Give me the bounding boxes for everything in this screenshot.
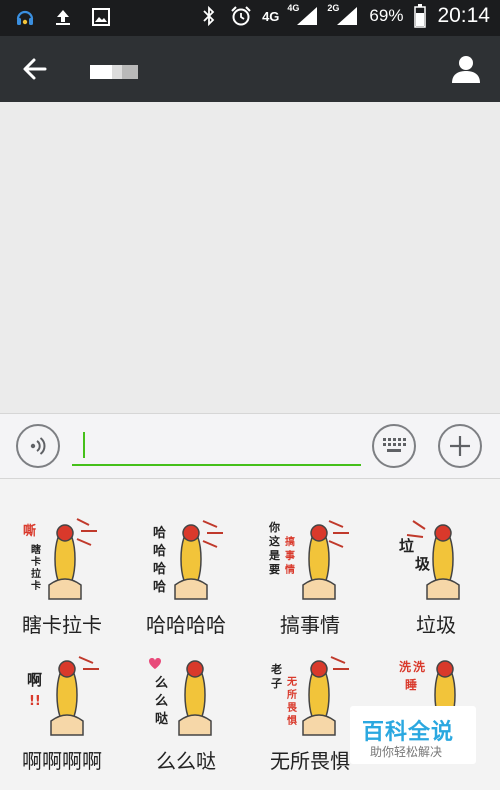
sticker-art-text: 你 xyxy=(268,520,280,534)
sticker-art-text: 啊 xyxy=(27,671,42,689)
sticker-art-text: 哒 xyxy=(155,711,169,727)
sticker-art-text: 所 xyxy=(287,688,297,701)
sticker-art-text: 这 xyxy=(269,534,280,548)
sticker-label: 么么哒 xyxy=(156,749,216,773)
battery-percentage: 69% xyxy=(369,6,404,25)
sticker-art-text: 洗 xyxy=(413,659,425,674)
sticker-art-text: 是 xyxy=(268,549,281,562)
sticker-image: 嘶 瞎 卡 拉 卡 xyxy=(23,518,97,600)
sticker-art-text: 卡 xyxy=(31,579,41,592)
keyboard-button[interactable] xyxy=(372,424,416,468)
sticker-label: 垃圾 xyxy=(416,613,456,637)
input-bar xyxy=(0,413,500,479)
watermark-title: 百科全说 xyxy=(362,720,455,745)
watermark-subtitle: 助你轻松解决 xyxy=(370,745,443,759)
sticker-art-text: 哈 xyxy=(153,579,166,595)
text-caret xyxy=(83,432,85,458)
alarm-icon xyxy=(230,5,252,27)
upload-icon xyxy=(52,6,74,28)
sticker-item[interactable]: 哈 哈 哈 哈 哈哈哈哈 xyxy=(126,515,246,655)
sticker-art-text: 无 xyxy=(286,676,297,688)
sticker-art-text: 子 xyxy=(271,677,282,690)
sticker-item[interactable]: 嘶 瞎 卡 拉 卡 瞎卡拉卡 xyxy=(2,515,122,655)
back-button[interactable] xyxy=(20,54,50,84)
status-bar: 4G 4G 2G 69% 20:14 xyxy=(0,0,500,36)
plus-icon xyxy=(450,436,470,456)
sticker-art-text: 睡 xyxy=(405,677,417,692)
sticker-label: 瞎卡拉卡 xyxy=(22,613,102,637)
sticker-image: 老 子 无 所 畏 惧 xyxy=(270,656,349,736)
sticker-art-text: 要 xyxy=(269,563,280,576)
arrow-left-icon xyxy=(23,58,47,80)
sticker-art-text: 情 xyxy=(285,563,295,576)
signal-icon: 4G xyxy=(287,3,319,27)
chat-title-redacted xyxy=(90,65,138,79)
sticker-item[interactable]: 么 么 哒 么么哒 xyxy=(126,651,246,790)
sticker-art-text: 搞 xyxy=(285,535,295,548)
sticker-art-text: 畏 xyxy=(287,702,298,714)
assistant-icon xyxy=(14,6,36,28)
image-icon xyxy=(90,6,112,28)
network-type-label: 4G xyxy=(262,8,280,24)
sticker-art-text: 嘶 xyxy=(23,523,36,539)
keyboard-icon xyxy=(383,438,406,452)
sticker-art-text: 垃 xyxy=(399,537,414,555)
more-button[interactable] xyxy=(438,424,482,468)
sticker-art-text: 卡 xyxy=(31,555,41,568)
sticker-label: 哈哈哈哈 xyxy=(146,613,226,637)
sticker-image: 垃 圾 xyxy=(399,520,460,600)
sticker-art-text: 圾 xyxy=(415,555,431,573)
sticker-art-text: 哈 xyxy=(153,525,166,541)
sticker-art-text: 哈 xyxy=(153,543,166,559)
sticker-item[interactable]: 你 这 是 要 搞 事 情 搞事情 xyxy=(250,515,370,655)
voice-icon xyxy=(30,437,46,455)
network-sub-label-2: 2G xyxy=(327,3,340,13)
clock: 20:14 xyxy=(437,4,490,27)
signal-icon-2: 2G xyxy=(327,3,359,27)
sticker-image: 啊 !! xyxy=(27,656,99,736)
bluetooth-icon xyxy=(198,5,220,27)
sticker-art-text: 惧 xyxy=(287,714,297,727)
sticker-art-text: 事 xyxy=(285,549,295,562)
watermark: 百科全说 助你轻松解决 xyxy=(350,706,476,764)
sticker-art-text: 么 xyxy=(155,694,168,709)
sticker-image: 哈 哈 哈 哈 xyxy=(153,520,223,600)
sticker-art-text: !! xyxy=(29,694,41,709)
sticker-image: 么 么 哒 xyxy=(149,658,212,736)
message-area[interactable] xyxy=(0,102,500,413)
chat-header xyxy=(0,36,500,102)
sticker-art-text: 瞎 xyxy=(31,543,41,556)
sticker-image: 你 这 是 要 搞 事 情 xyxy=(268,520,349,600)
battery-icon xyxy=(413,4,427,28)
sticker-art-text: 老 xyxy=(270,662,282,676)
sticker-item[interactable]: 啊 !! 啊啊啊啊 xyxy=(2,651,122,790)
person-icon xyxy=(452,56,480,83)
network-sub-label-1: 4G xyxy=(287,3,300,13)
message-input[interactable] xyxy=(72,428,361,466)
sticker-item[interactable]: 垃 圾 垃圾 xyxy=(376,515,496,655)
sticker-label: 搞事情 xyxy=(280,613,340,637)
sticker-art-text: 洗 xyxy=(399,659,411,674)
voice-button[interactable] xyxy=(16,424,60,468)
sticker-art-text: 拉 xyxy=(31,567,41,580)
chat-info-button[interactable] xyxy=(450,53,482,85)
sticker-label: 啊啊啊啊 xyxy=(22,749,102,773)
sticker-art-text: 么 xyxy=(155,676,168,691)
sticker-art-text: 哈 xyxy=(153,561,166,577)
